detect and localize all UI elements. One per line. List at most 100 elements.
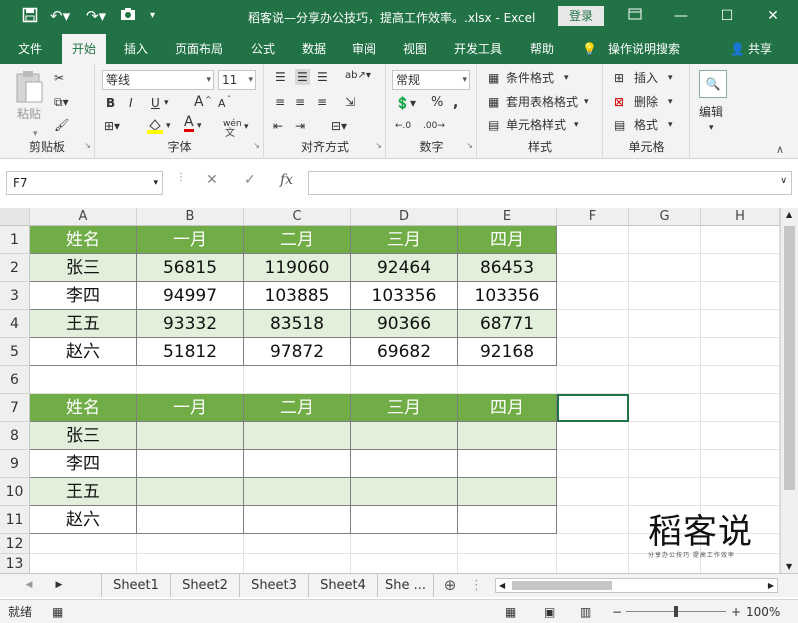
format-as-table-button[interactable]: 套用表格格式 — [506, 94, 578, 110]
cell[interactable] — [458, 554, 557, 574]
tab-data[interactable]: 数据 — [302, 34, 326, 64]
cell[interactable] — [137, 534, 244, 554]
cell[interactable] — [629, 366, 701, 394]
cell[interactable] — [351, 450, 458, 478]
cell[interactable] — [351, 506, 458, 534]
cell[interactable]: 李四 — [30, 450, 137, 478]
cell[interactable] — [137, 554, 244, 574]
cell[interactable] — [629, 338, 701, 366]
cell[interactable] — [351, 554, 458, 574]
cell[interactable] — [557, 338, 629, 366]
cell[interactable]: 赵六 — [30, 506, 137, 534]
cell[interactable]: 92464 — [351, 254, 458, 282]
vertical-scrollbar[interactable]: ▲ ▼ — [780, 208, 798, 573]
zoom-slider-thumb[interactable] — [674, 606, 678, 617]
cell[interactable]: 姓名 — [30, 394, 137, 422]
number-format-select[interactable]: 常规 ▾ — [392, 70, 470, 90]
italic-button[interactable]: I — [129, 95, 133, 111]
column-header-f[interactable]: F — [557, 208, 629, 226]
macro-record-icon[interactable]: ▦ — [52, 604, 63, 620]
cell[interactable]: 张三 — [30, 422, 137, 450]
tab-help[interactable]: 帮助 — [530, 34, 554, 64]
page-break-view-icon[interactable]: ▥ — [580, 604, 591, 620]
cell[interactable] — [701, 394, 780, 422]
row-header[interactable]: 1 — [0, 226, 30, 254]
cell[interactable] — [137, 422, 244, 450]
cell[interactable]: 103356 — [351, 282, 458, 310]
format-painter-icon[interactable]: 🖌 — [54, 117, 69, 133]
cell[interactable] — [701, 338, 780, 366]
maximize-icon[interactable]: ☐ — [712, 5, 742, 27]
chevron-down-icon[interactable]: ▾ — [668, 117, 673, 133]
tab-split-grip-icon[interactable]: ⋮ — [470, 574, 483, 597]
shrink-font-button[interactable]: A — [218, 96, 226, 112]
cell[interactable]: 51812 — [137, 338, 244, 366]
row-header[interactable]: 7 — [0, 394, 30, 422]
format-cells-icon[interactable]: ▤ — [614, 117, 625, 133]
cell[interactable] — [557, 534, 629, 554]
horizontal-scroll-thumb[interactable] — [512, 581, 612, 590]
scroll-up-icon[interactable]: ▲ — [786, 210, 792, 219]
row-header[interactable]: 3 — [0, 282, 30, 310]
cell[interactable]: 李四 — [30, 282, 137, 310]
cell[interactable] — [701, 310, 780, 338]
cell[interactable] — [557, 422, 629, 450]
minimize-icon[interactable]: — — [666, 5, 696, 27]
cell[interactable]: 赵六 — [30, 338, 137, 366]
insert-cells-button[interactable]: 插入 — [634, 70, 658, 86]
cell-styles-icon[interactable]: ▤ — [488, 117, 499, 133]
orientation-icon[interactable]: ab↗▾ — [345, 68, 371, 84]
cell[interactable]: 90366 — [351, 310, 458, 338]
cell[interactable]: 83518 — [244, 310, 351, 338]
cell[interactable] — [557, 366, 629, 394]
bottom-align-icon[interactable]: ☰ — [317, 69, 328, 85]
sheet-tab-1[interactable]: Sheet1 — [101, 574, 171, 597]
save-icon[interactable] — [22, 7, 38, 27]
cell[interactable] — [701, 450, 780, 478]
cell[interactable] — [557, 282, 629, 310]
cell[interactable] — [701, 282, 780, 310]
percent-icon[interactable]: % — [431, 95, 443, 111]
cell[interactable] — [701, 226, 780, 254]
cell[interactable] — [629, 254, 701, 282]
page-layout-view-icon[interactable]: ▣ — [544, 604, 555, 620]
scroll-down-icon[interactable]: ▼ — [786, 562, 792, 571]
delete-cells-button[interactable]: 删除 — [634, 94, 658, 110]
cell[interactable]: 119060 — [244, 254, 351, 282]
cell[interactable] — [629, 282, 701, 310]
cell[interactable] — [458, 366, 557, 394]
cell[interactable] — [244, 422, 351, 450]
cell[interactable]: 一月 — [137, 394, 244, 422]
paste-button[interactable]: 粘贴 — [17, 106, 41, 122]
tab-file[interactable]: 文件 — [18, 34, 42, 64]
font-size-select[interactable]: 11 ▾ — [218, 70, 256, 90]
column-header-c[interactable]: C — [244, 208, 351, 226]
enter-icon[interactable]: ✓ — [244, 172, 256, 188]
delete-cells-icon[interactable]: ⊠ — [614, 94, 624, 110]
cell[interactable] — [30, 366, 137, 394]
accounting-format-icon[interactable]: 💲▾ — [395, 95, 416, 111]
phonetic-dropdown-icon[interactable]: ▾ — [244, 119, 249, 135]
row-header[interactable]: 10 — [0, 478, 30, 506]
share-button[interactable]: 共享 — [748, 34, 772, 64]
alignment-launcher-icon[interactable]: ↘ — [375, 138, 382, 154]
row-header[interactable]: 6 — [0, 366, 30, 394]
next-sheet-icon[interactable]: ▶ — [52, 574, 66, 597]
add-sheet-icon[interactable]: ⊕ — [440, 574, 460, 597]
cell[interactable]: 四月 — [458, 394, 557, 422]
cell[interactable] — [701, 254, 780, 282]
cell[interactable] — [137, 506, 244, 534]
cell[interactable] — [351, 478, 458, 506]
cell[interactable] — [244, 554, 351, 574]
tab-review[interactable]: 审阅 — [352, 34, 376, 64]
cell[interactable]: 69682 — [351, 338, 458, 366]
chevron-down-icon[interactable]: ▾ — [709, 120, 714, 136]
cell[interactable] — [351, 422, 458, 450]
cell[interactable] — [629, 450, 701, 478]
row-header[interactable]: 4 — [0, 310, 30, 338]
row-header[interactable]: 13 — [0, 554, 30, 574]
format-cells-button[interactable]: 格式 — [634, 117, 658, 133]
tab-formulas[interactable]: 公式 — [251, 34, 275, 64]
cell[interactable] — [557, 226, 629, 254]
cell[interactable] — [244, 506, 351, 534]
